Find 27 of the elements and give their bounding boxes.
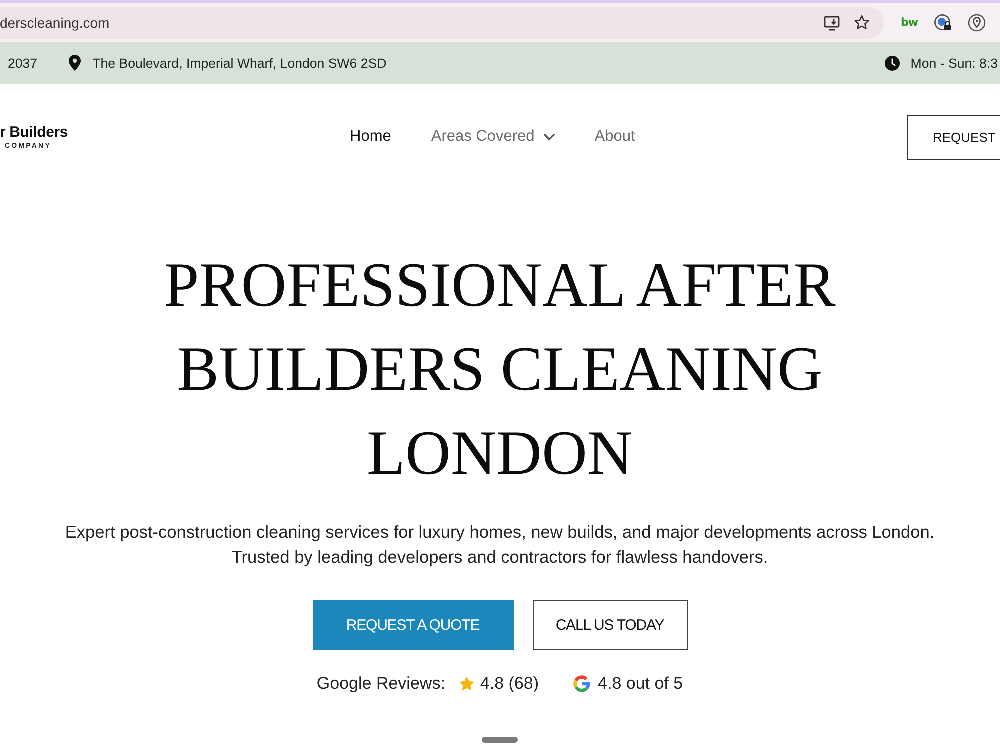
rating-text: 4.8 (68) <box>480 674 540 694</box>
hero-title: PROFESSIONAL AFTER BUILDERS CLEANING LONDON <box>163 249 837 490</box>
nav-link[interactable]: About <box>594 128 636 146</box>
reviews-label: Google Reviews: <box>316 674 446 694</box>
url-text: derscleaning.com <box>0 14 110 30</box>
address-bar[interactable]: derscleaning.com <box>0 6 884 38</box>
quote-button[interactable]: REQUEST A QUOTE <box>312 600 514 650</box>
hero-subtitle: Expert post-construction cleaning services for luxury homes, new builds, and major developments across London. Trusted by leading developers and contractors for flawless handovers. <box>64 521 936 569</box>
nav-link[interactable]: Home <box>350 128 392 146</box>
logo-name: r Builders <box>0 124 68 140</box>
install-app-icon[interactable] <box>824 14 840 30</box>
chevron-down-icon <box>544 134 555 140</box>
map-pin-icon <box>68 55 81 71</box>
hours-text: Mon - Sun: 8:3 <box>910 56 998 70</box>
request-button[interactable]: REQUEST <box>907 114 1000 160</box>
nav-link[interactable]: Areas Covered <box>431 128 555 146</box>
star-icon <box>459 676 476 692</box>
phone-text: 2037 <box>8 56 38 70</box>
drag-handle[interactable] <box>482 737 518 743</box>
address-text: The Boulevard, Imperial Wharf, London SW6 2SD <box>92 56 387 70</box>
google-rating-text: 4.8 out of 5 <box>598 674 684 694</box>
lock-circle-icon[interactable] <box>934 14 952 32</box>
call-button[interactable]: CALL US TODAY <box>532 600 688 650</box>
location-pin-icon[interactable] <box>968 14 986 32</box>
google-g-icon <box>572 674 592 694</box>
clock-icon <box>884 56 900 70</box>
bookmark-star-icon[interactable] <box>854 14 870 30</box>
